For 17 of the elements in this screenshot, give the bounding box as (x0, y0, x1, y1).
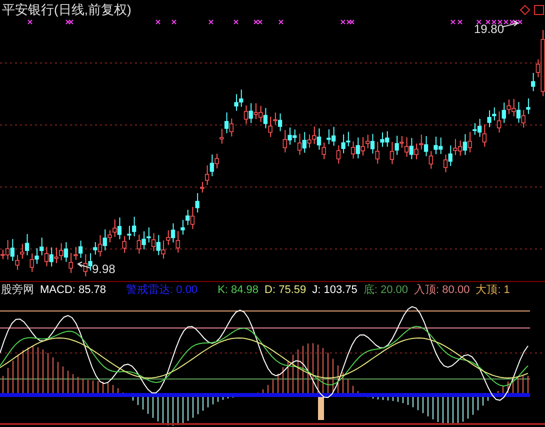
indicator-name: 股旁网 (1, 283, 34, 297)
indicator-value: J: 103.75 (312, 283, 358, 297)
indicator-value: K: 84.98 (218, 283, 259, 297)
diamond-icon[interactable] (520, 5, 530, 15)
pointer-arrow (502, 20, 519, 28)
pointer-arrow (77, 262, 90, 268)
signal-bar (318, 396, 324, 420)
indicator-value: 警戒雷达: 0.00 (126, 283, 198, 297)
low-price-label: 9.98 (92, 262, 116, 276)
indicator-value: 底: 20.00 (363, 283, 408, 297)
indicator-value: D: 75.59 (264, 283, 306, 297)
chart-title: 平安银行(日线,前复权) (2, 2, 132, 17)
square-icon[interactable] (534, 5, 544, 15)
high-price-label: 19.80 (474, 22, 504, 36)
indicator-value: MACD: 85.78 (40, 283, 106, 297)
indicator-value: 大顶: 1 (476, 283, 510, 297)
indicator-value: 入顶: 80.00 (414, 283, 470, 297)
